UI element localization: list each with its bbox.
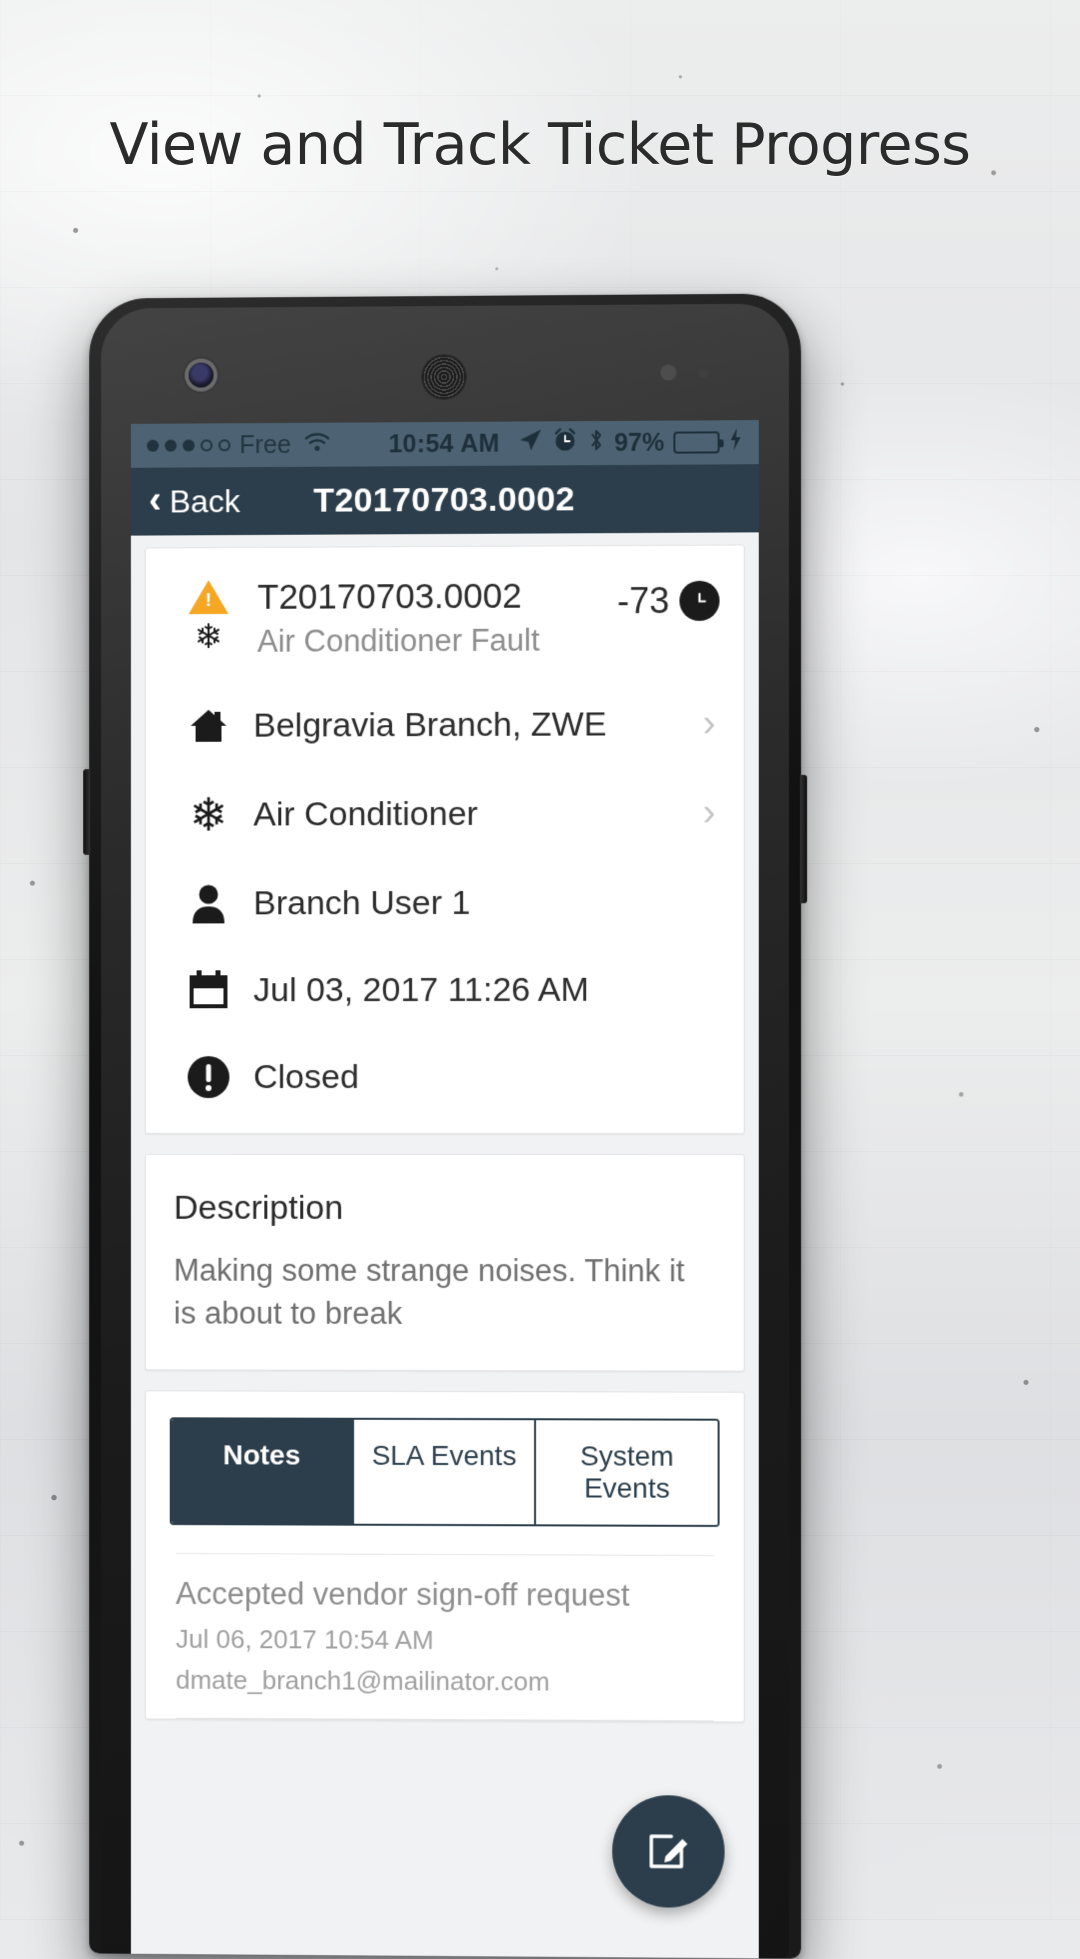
- detail-row-label: Closed: [253, 1057, 359, 1096]
- battery-icon: [673, 431, 720, 454]
- phone-screen: Free 10:54 AM 97% ‹ Back T20170703.0002 …: [130, 420, 759, 1959]
- add-note-button[interactable]: [612, 1794, 725, 1908]
- snowflake-icon: ❄: [189, 788, 228, 841]
- description-card: Description Making some strange noises. …: [144, 1154, 745, 1372]
- light-sensor: [698, 368, 709, 379]
- ticket-header-text: T20170703.0002 Air Conditioner Fault: [247, 576, 617, 660]
- note-title: Accepted vendor sign-off request: [175, 1575, 630, 1613]
- note-item[interactable]: Accepted vendor sign-off request Jul 06,…: [170, 1554, 720, 1716]
- phone-volume-button: [83, 769, 91, 855]
- detail-row-label: Branch User 1: [253, 883, 471, 923]
- ticket-sla-badge: -73: [617, 576, 720, 623]
- bluetooth-icon: [587, 427, 605, 460]
- detail-row-user: Branch User 1: [146, 859, 744, 948]
- location-arrow-icon: [517, 427, 543, 460]
- edit-pencil-icon: [641, 1822, 695, 1881]
- chevron-right-icon: ›: [702, 702, 716, 745]
- ticket-header-icons: ❄: [170, 578, 248, 657]
- description-body: Making some strange noises. Think it is …: [173, 1252, 685, 1331]
- detail-row-asset[interactable]: ❄ Air Conditioner ›: [146, 768, 744, 860]
- activity-card: Notes SLA Events System Events Accepted …: [144, 1390, 745, 1723]
- warning-triangle-icon: [188, 580, 229, 615]
- detail-row-date: Jul 03, 2017 11:26 AM: [146, 947, 744, 1034]
- back-button[interactable]: ‹ Back: [148, 479, 241, 522]
- alarm-clock-icon: [552, 427, 578, 460]
- ticket-summary-card: ❄ T20170703.0002 Air Conditioner Fault -…: [144, 544, 745, 1135]
- phone-power-button: [800, 774, 808, 904]
- page-headline: View and Track Ticket Progress: [109, 112, 971, 178]
- phone-device: Free 10:54 AM 97% ‹ Back T20170703.0002 …: [83, 293, 808, 1959]
- person-icon: [170, 882, 248, 926]
- tab-system-events[interactable]: System Events: [534, 1420, 718, 1525]
- lightning-bolt-icon: [729, 427, 743, 458]
- phone-body: Free 10:54 AM 97% ‹ Back T20170703.0002 …: [101, 303, 789, 1959]
- ticket-fault: Air Conditioner Fault: [257, 622, 540, 660]
- exclamation-circle-icon: [170, 1055, 248, 1099]
- detail-row-label: Air Conditioner: [253, 794, 478, 834]
- home-icon: [170, 704, 248, 748]
- tab-notes[interactable]: Notes: [171, 1419, 352, 1524]
- ticket-header: ❄ T20170703.0002 Air Conditioner Fault -…: [146, 545, 744, 682]
- status-bar-right: 97%: [517, 426, 743, 460]
- sla-value: -73: [617, 579, 670, 622]
- battery-percentage: 97%: [614, 428, 665, 457]
- detail-row-label: Jul 03, 2017 11:26 AM: [253, 970, 589, 1009]
- note-date: Jul 06, 2017 10:54 AM: [175, 1623, 434, 1655]
- description-title: Description: [173, 1189, 344, 1228]
- chevron-right-icon: ›: [702, 791, 716, 835]
- detail-row-location[interactable]: Belgravia Branch, ZWE ›: [146, 680, 744, 770]
- back-button-label: Back: [169, 482, 241, 519]
- proximity-sensor: [660, 364, 677, 381]
- tab-sla-events[interactable]: SLA Events: [351, 1419, 535, 1525]
- ticket-id: T20170703.0002: [257, 576, 522, 617]
- snowflake-icon: ❄: [194, 617, 223, 657]
- note-author-email: dmate_branch1@mailinator.com: [175, 1664, 550, 1697]
- chevron-left-icon: ‹: [148, 479, 162, 522]
- navigation-bar: ‹ Back T20170703.0002: [130, 464, 759, 536]
- activity-tabs: Notes SLA Events System Events: [169, 1417, 720, 1527]
- status-bar: Free 10:54 AM 97%: [130, 420, 759, 468]
- front-camera: [188, 362, 214, 388]
- detail-row-label: Belgravia Branch, ZWE: [253, 705, 607, 745]
- detail-row-status: Closed: [146, 1033, 744, 1133]
- earpiece-speaker: [421, 353, 467, 401]
- content-scroll-area[interactable]: ❄ T20170703.0002 Air Conditioner Fault -…: [130, 532, 759, 1959]
- clock-icon: [679, 580, 720, 621]
- divider: [175, 1717, 714, 1722]
- calendar-icon: [170, 970, 248, 1012]
